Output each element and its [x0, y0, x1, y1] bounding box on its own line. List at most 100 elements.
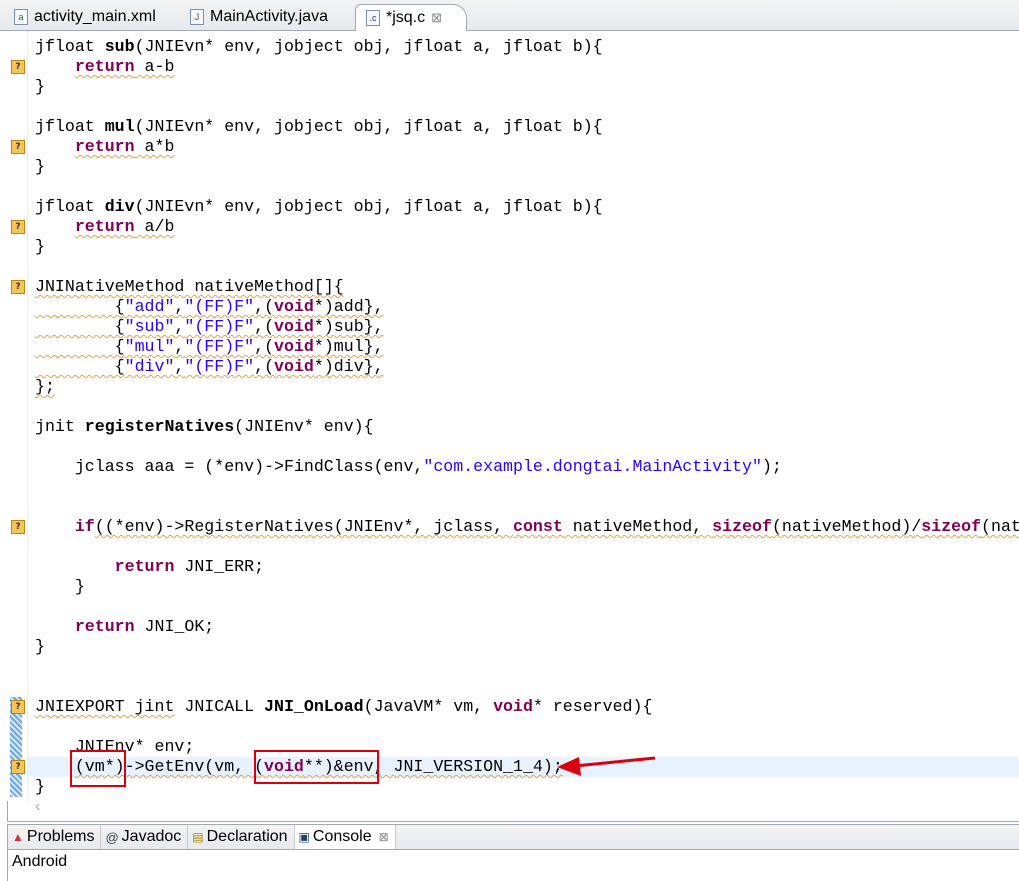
code-token: a/b	[134, 217, 175, 236]
code-token: jfloat	[35, 117, 105, 136]
horizontal-scroll-left[interactable]: ‹	[35, 798, 40, 816]
code-token: (nativeMethod)/	[771, 517, 922, 536]
code-line[interactable]: };	[35, 377, 1019, 397]
at-icon: @	[105, 829, 119, 845]
warning-marker-icon[interactable]: ?	[11, 520, 25, 534]
code-token: void	[274, 297, 314, 316]
code-line[interactable]: (vm*)->GetEnv(vm, (void**)&env, JNI_VERS…	[27, 757, 1019, 777]
warning-marker-icon[interactable]: ?	[11, 280, 25, 294]
code-line[interactable]	[35, 497, 1019, 517]
code-token: ,	[174, 357, 185, 376]
code-line[interactable]	[35, 657, 1019, 677]
tab-label: MainActivity.java	[210, 8, 328, 25]
code-line[interactable]	[35, 597, 1019, 617]
tab-javadoc[interactable]: @ Javadoc	[101, 825, 189, 849]
code-line[interactable]: {"sub","(FF)F",(void*)sub},	[35, 317, 1019, 337]
code-token: *)sub},	[313, 317, 384, 336]
c-file-icon: .c	[366, 10, 380, 26]
code-token: ,	[174, 317, 185, 336]
code-line[interactable]	[35, 677, 1019, 697]
code-line[interactable]	[35, 177, 1019, 197]
code-token: sub	[104, 37, 135, 56]
code-line[interactable]: JNIEnv* env;	[35, 737, 1019, 757]
code-token: };	[35, 377, 55, 396]
code-line[interactable]: }	[35, 237, 1019, 257]
code-line[interactable]: }	[35, 577, 1019, 597]
code-token: "mul"	[124, 337, 175, 356]
code-line[interactable]: }	[35, 77, 1019, 97]
code-line[interactable]: {"add","(FF)F",(void*)add},	[35, 297, 1019, 317]
code-line[interactable]: {"mul","(FF)F",(void*)mul},	[35, 337, 1019, 357]
close-icon[interactable]: ⊠	[431, 10, 442, 26]
warning-marker-icon[interactable]: ?	[11, 60, 25, 74]
code-line[interactable]: jclass aaa = (*env)->FindClass(env,"com.…	[35, 457, 1019, 477]
tab-label: activity_main.xml	[34, 8, 156, 25]
code-token: "div"	[124, 357, 175, 376]
code-token: (JNIEvn* env, jobject obj, jfloat a, jfl…	[134, 117, 603, 136]
code-token: JNICALL	[174, 697, 265, 716]
code-line[interactable]: JNIEXPORT jint JNICALL JNI_OnLoad(JavaVM…	[35, 697, 1019, 717]
code-token: return	[74, 57, 135, 76]
code-line[interactable]: return a*b	[35, 137, 1019, 157]
code-token: a-b	[134, 57, 175, 76]
code-line[interactable]: }	[35, 637, 1019, 657]
code-token: JNI_ERR;	[174, 557, 265, 576]
code-line[interactable]	[35, 397, 1019, 417]
tab-declaration[interactable]: ▤ Declaration	[188, 825, 295, 849]
code-token: return	[74, 137, 135, 156]
warning-marker-icon[interactable]: ?	[11, 700, 25, 714]
code-line[interactable]: jfloat div(JNIEvn* env, jobject obj, jfl…	[35, 197, 1019, 217]
code-line[interactable]: JNINativeMethod nativeMethod[]{	[35, 277, 1019, 297]
code-token: ,	[174, 337, 185, 356]
code-line[interactable]	[35, 477, 1019, 497]
code-token: ,(	[254, 317, 275, 336]
code-token: }	[35, 577, 85, 596]
code-token: *)add},	[313, 297, 384, 316]
tab-problems[interactable]: ▲ Problems	[8, 825, 102, 849]
code-token: ,	[174, 297, 185, 316]
code-token: {	[35, 317, 125, 336]
close-icon[interactable]: ⊠	[379, 830, 389, 844]
tab-label: Declaration	[206, 828, 288, 845]
code-token: JNI_OK;	[134, 617, 215, 636]
code-line[interactable]: jnit registerNatives(JNIEnv* env){	[35, 417, 1019, 437]
editor-tab-bar: a activity_main.xml J MainActivity.java .c…	[0, 0, 1019, 31]
code-token: *)mul},	[313, 337, 384, 356]
code-token: ,(	[254, 297, 275, 316]
code-line[interactable]: {"div","(FF)F",(void*)div},	[35, 357, 1019, 377]
code-token: }	[35, 157, 45, 176]
code-area[interactable]: jfloat sub (JNIEvn* env, jobject obj, jfl…	[27, 37, 1019, 797]
bottom-tab-bar: ▲ Problems @ Javadoc ▤ Declaration ▣ Console…	[8, 825, 1019, 850]
warning-marker-icon[interactable]: ?	[11, 760, 25, 774]
annotation-box-vm-cast	[70, 750, 126, 787]
code-token: jnit	[35, 417, 85, 436]
code-line[interactable]: }	[35, 157, 1019, 177]
code-token: "(FF)F"	[184, 317, 255, 336]
tab-label: Problems	[26, 828, 95, 845]
code-token: ,(	[254, 337, 275, 356]
warning-marker-icon[interactable]: ?	[11, 140, 25, 154]
code-token: "(FF)F"	[184, 297, 255, 316]
code-line[interactable]: jfloat sub(JNIEvn* env, jobject obj, jfl…	[35, 37, 1019, 57]
code-line[interactable]	[35, 97, 1019, 117]
code-line[interactable]: return a-b	[35, 57, 1019, 77]
code-line[interactable]: return JNI_OK;	[35, 617, 1019, 637]
tab-console[interactable]: ▣ Console ⊠	[294, 825, 396, 849]
code-line[interactable]	[35, 537, 1019, 557]
code-line[interactable]: return a/b	[35, 217, 1019, 237]
warning-marker-icon[interactable]: ?	[11, 220, 25, 234]
tab-jsq-c[interactable]: .c *jsq.c ⊠	[355, 4, 467, 31]
code-line[interactable]: if((*env)->RegisterNatives(JNIEnv*, jcla…	[35, 517, 1019, 537]
tab-label: Javadoc	[121, 828, 182, 845]
tab-activity-main-xml[interactable]: a activity_main.xml	[4, 4, 182, 30]
code-line[interactable]	[35, 257, 1019, 277]
code-line[interactable]: return JNI_ERR;	[35, 557, 1019, 577]
tab-mainactivity-java[interactable]: J MainActivity.java	[180, 4, 360, 30]
code-line[interactable]: }	[35, 777, 1019, 797]
code-line[interactable]	[35, 437, 1019, 457]
code-line[interactable]: jfloat mul(JNIEvn* env, jobject obj, jfl…	[35, 117, 1019, 137]
code-line[interactable]	[35, 717, 1019, 737]
